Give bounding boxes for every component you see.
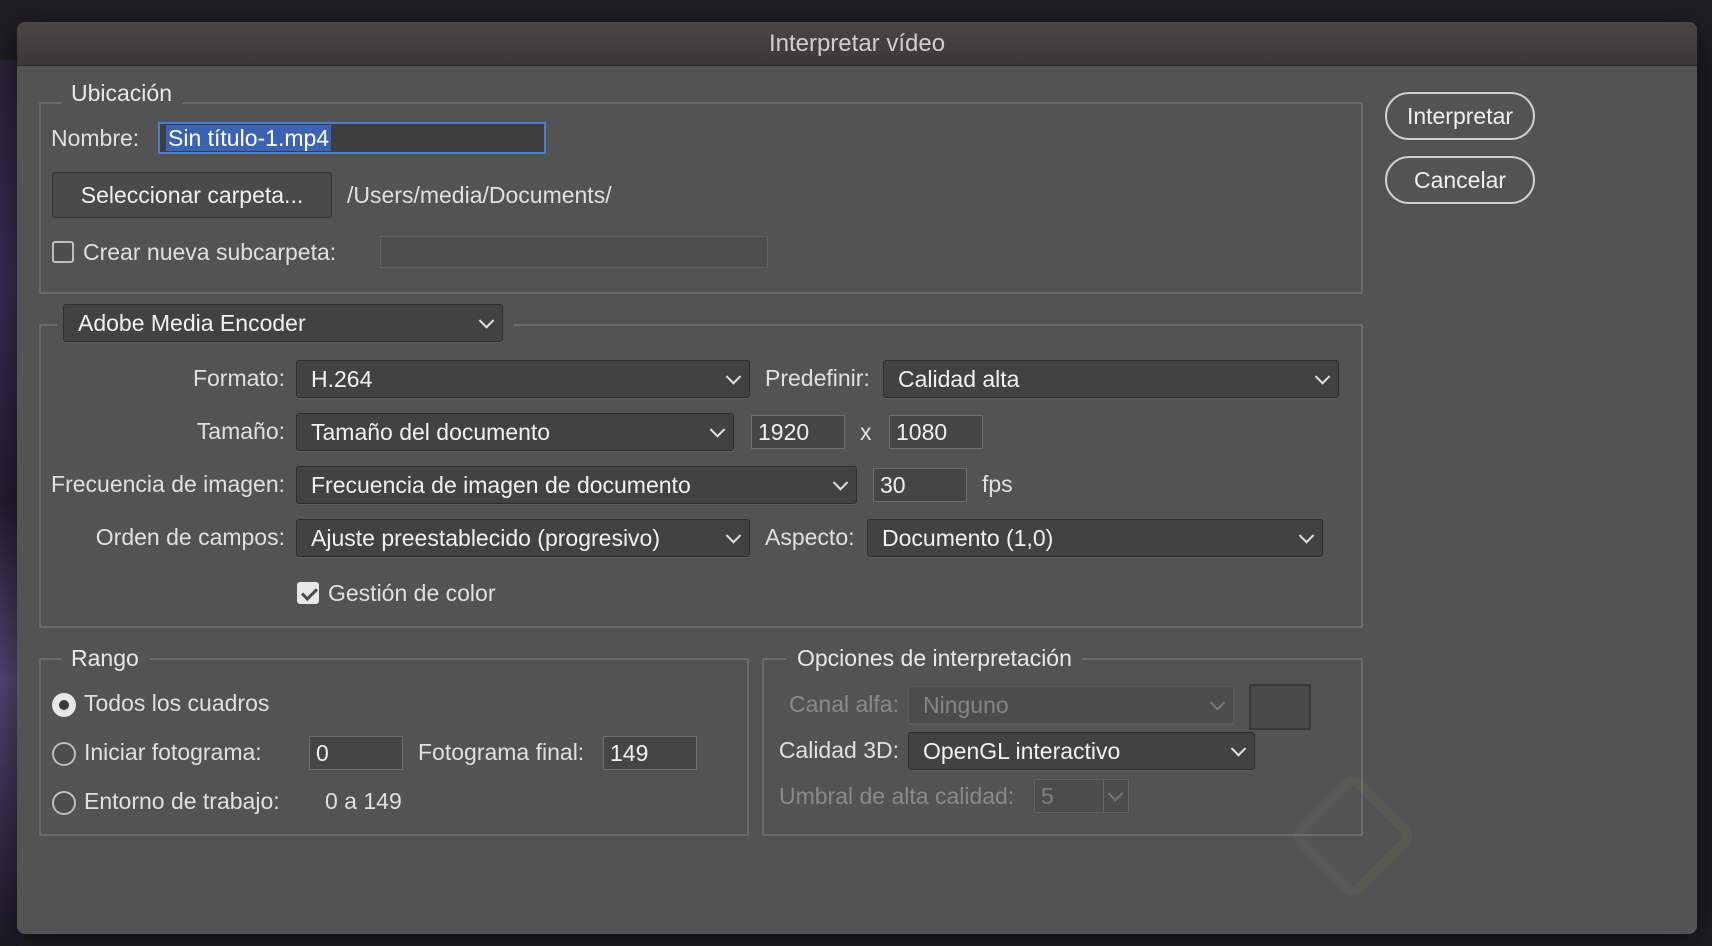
quality-3d-label: Calidad 3D: (778, 737, 899, 763)
all-frames-radio[interactable] (52, 693, 76, 717)
end-frame-input[interactable]: 149 (603, 736, 697, 770)
aspect-select-value: Documento (1,0) (882, 525, 1054, 551)
range-legend: Rango (61, 644, 149, 672)
chevron-down-icon (1230, 741, 1247, 757)
field-order-select-value: Ajuste preestablecido (progresivo) (311, 525, 661, 551)
desktop-background (0, 60, 18, 946)
encoder-select[interactable]: Adobe Media Encoder (63, 304, 503, 342)
format-select[interactable]: H.264 (296, 360, 750, 398)
matte-color-swatch (1249, 684, 1311, 730)
start-frame-input[interactable]: 0 (309, 736, 403, 770)
name-label: Nombre: (51, 125, 140, 151)
quality-3d-select-value: OpenGL interactivo (923, 738, 1121, 764)
start-frame-radio[interactable] (52, 742, 76, 766)
render-options-legend: Opciones de interpretación (787, 644, 1082, 672)
quality-3d-select[interactable]: OpenGL interactivo (908, 732, 1255, 770)
field-order-label: Orden de campos: (95, 524, 285, 550)
select-folder-button[interactable]: Seleccionar carpeta... (52, 172, 332, 218)
chevron-down-icon (1209, 695, 1226, 711)
all-frames-label: Todos los cuadros (84, 690, 270, 716)
aspect-select[interactable]: Documento (1,0) (867, 519, 1323, 557)
end-frame-label: Fotograma final: (418, 739, 585, 765)
chevron-down-icon (832, 475, 849, 491)
location-legend: Ubicación (61, 79, 182, 107)
preset-label: Predefinir: (765, 365, 870, 391)
fps-input[interactable]: 30 (873, 468, 967, 502)
high-quality-threshold-label: Umbral de alta calidad: (779, 783, 1015, 809)
height-input[interactable]: 1080 (889, 415, 983, 449)
chevron-down-icon (725, 369, 742, 385)
size-select-value: Tamaño del documento (311, 419, 551, 445)
render-button[interactable]: Interpretar (1385, 92, 1535, 140)
format-label: Formato: (192, 365, 285, 391)
framerate-select[interactable]: Frecuencia de imagen de documento (296, 466, 857, 504)
alpha-channel-select-value: Ninguno (923, 692, 1009, 718)
chevron-down-icon (1298, 528, 1315, 544)
size-label: Tamaño: (196, 418, 285, 444)
size-select[interactable]: Tamaño del documento (296, 413, 734, 451)
width-input[interactable]: 1920 (751, 415, 845, 449)
work-area-radio[interactable] (52, 791, 76, 815)
framerate-select-value: Frecuencia de imagen de documento (311, 472, 691, 498)
chevron-down-icon (1314, 369, 1331, 385)
new-subfolder-label: Crear nueva subcarpeta: (83, 239, 337, 265)
name-input[interactable]: Sin título-1.mp4 (158, 122, 546, 154)
new-subfolder-input[interactable] (380, 236, 768, 268)
start-frame-label: Iniciar fotograma: (84, 739, 262, 765)
size-separator: x (860, 419, 872, 445)
render-video-dialog: Interpretar vídeo Ubicación Nombre: Sin … (17, 22, 1697, 934)
chevron-down-icon (1107, 786, 1124, 802)
color-management-label: Gestión de color (328, 580, 496, 606)
work-area-value: 0 a 149 (325, 788, 402, 814)
aspect-label: Aspecto: (765, 524, 855, 550)
encoder-select-value: Adobe Media Encoder (78, 310, 306, 336)
fps-unit: fps (982, 471, 1013, 497)
framerate-label: Frecuencia de imagen: (51, 471, 285, 497)
chevron-down-icon (709, 422, 726, 438)
threshold-stepper (1103, 779, 1129, 813)
cancel-button[interactable]: Cancelar (1385, 156, 1535, 204)
format-select-value: H.264 (311, 366, 373, 392)
alpha-channel-label: Canal alfa: (789, 691, 899, 717)
chevron-down-icon (478, 313, 495, 329)
high-quality-threshold-input: 5 (1034, 779, 1104, 813)
work-area-label: Entorno de trabajo: (84, 788, 280, 814)
field-order-select[interactable]: Ajuste preestablecido (progresivo) (296, 519, 750, 557)
alpha-channel-select: Ninguno (908, 686, 1234, 724)
name-input-value: Sin título-1.mp4 (166, 125, 332, 151)
folder-path: /Users/media/Documents/ (347, 182, 612, 208)
new-subfolder-checkbox[interactable] (52, 241, 74, 263)
preset-select[interactable]: Calidad alta (883, 360, 1339, 398)
chevron-down-icon (725, 528, 742, 544)
preset-select-value: Calidad alta (898, 366, 1020, 392)
color-management-checkbox[interactable] (297, 582, 319, 604)
dialog-title: Interpretar vídeo (17, 22, 1697, 66)
